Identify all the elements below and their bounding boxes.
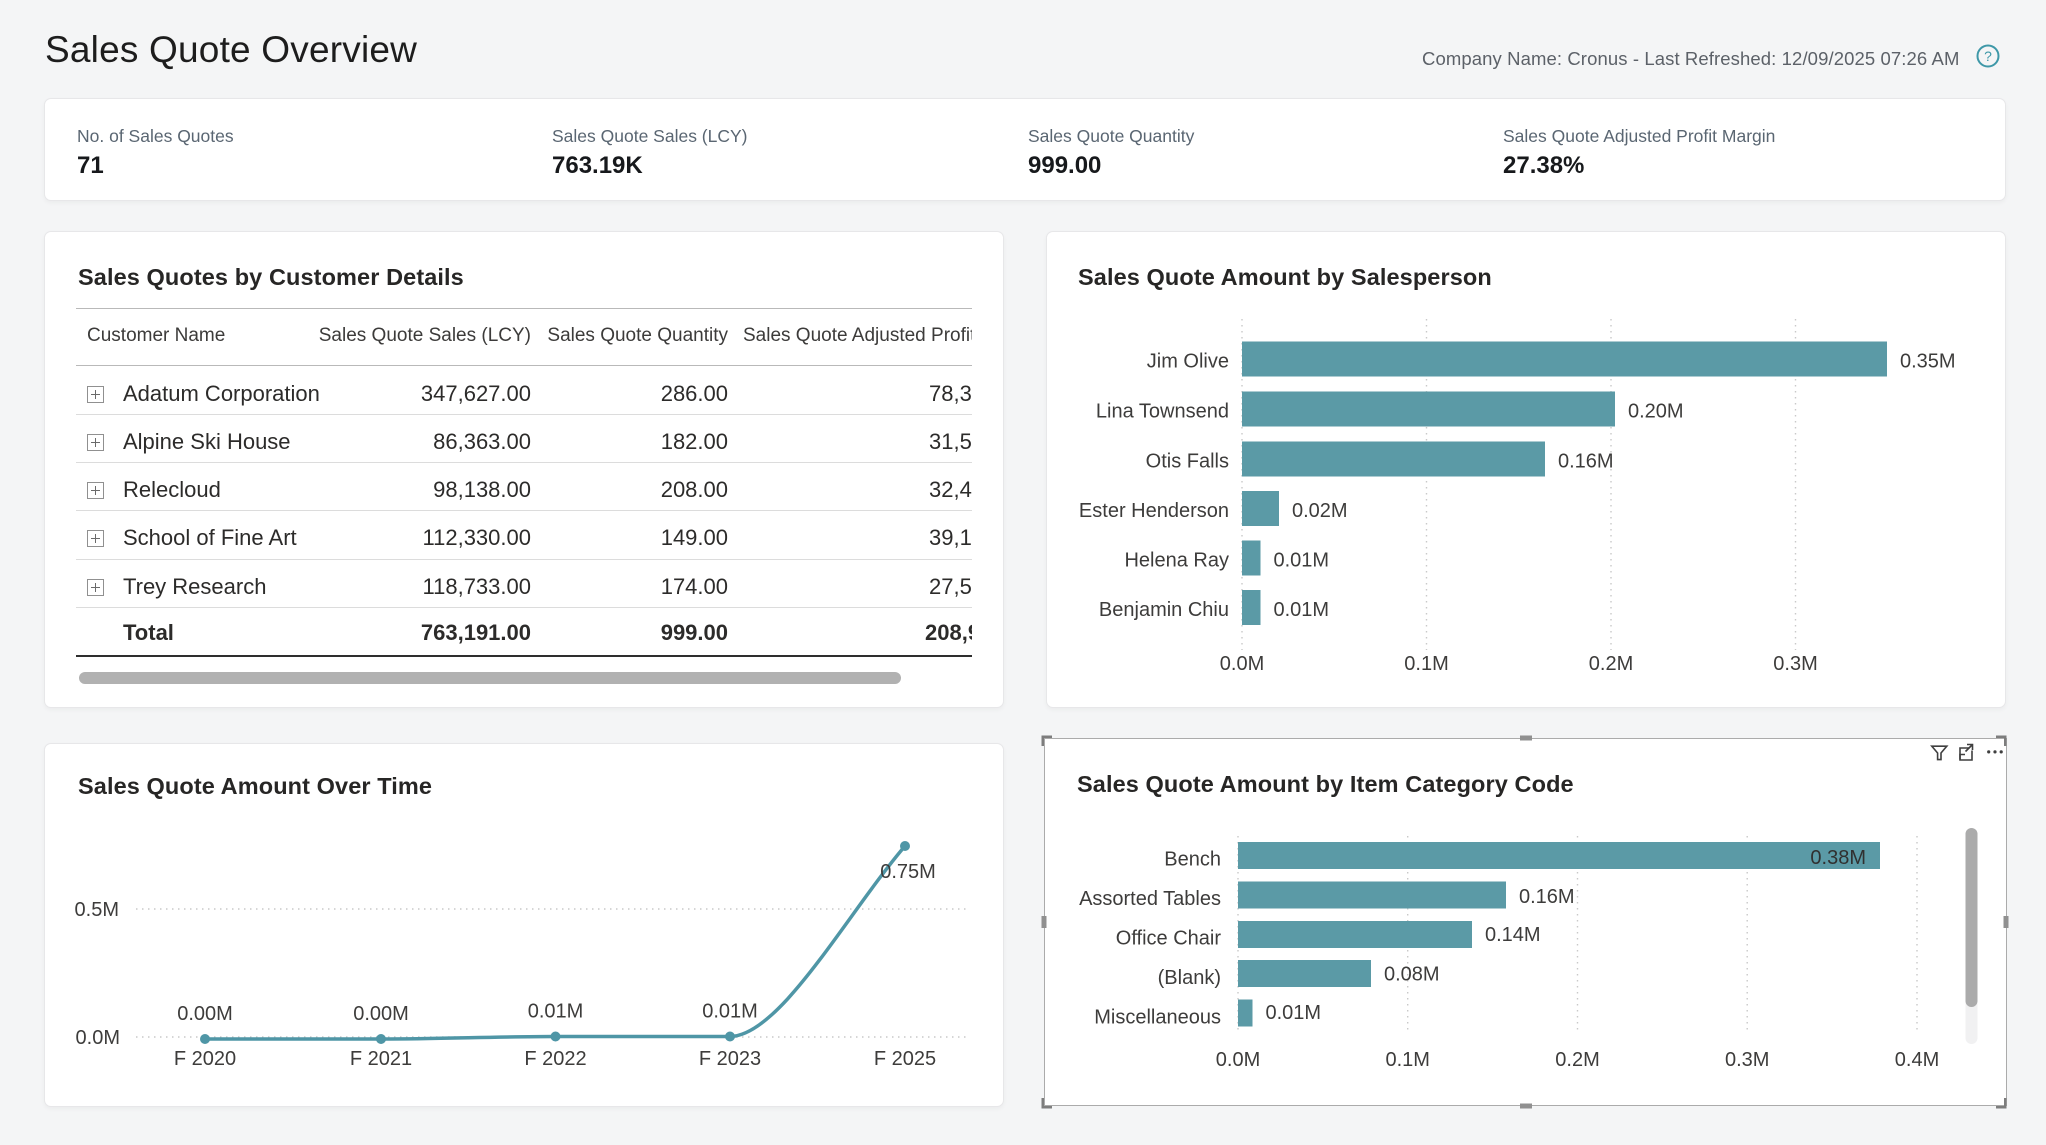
- svg-text:0.00M: 0.00M: [353, 1003, 409, 1025]
- svg-text:Lina Townsend: Lina Townsend: [1096, 401, 1229, 423]
- svg-text:0.35M: 0.35M: [1900, 351, 1956, 373]
- svg-text:0.00M: 0.00M: [177, 1003, 233, 1025]
- svg-text:Benjamin Chiu: Benjamin Chiu: [1099, 599, 1229, 621]
- svg-text:Jim Olive: Jim Olive: [1147, 351, 1229, 373]
- svg-text:0.16M: 0.16M: [1558, 451, 1614, 473]
- svg-text:0.02M: 0.02M: [1292, 500, 1348, 522]
- svg-text:Otis Falls: Otis Falls: [1146, 451, 1229, 473]
- svg-text:0.01M: 0.01M: [702, 1001, 758, 1023]
- svg-text:0.1M: 0.1M: [1404, 653, 1448, 675]
- svg-text:0.0M: 0.0M: [1220, 653, 1264, 675]
- svg-text:F 2021: F 2021: [350, 1048, 412, 1070]
- svg-text:0.2M: 0.2M: [1589, 653, 1633, 675]
- svg-text:F 2022: F 2022: [524, 1048, 586, 1070]
- svg-text:0.75M: 0.75M: [880, 861, 936, 883]
- svg-text:0.0M: 0.0M: [76, 1027, 120, 1049]
- svg-text:F 2025: F 2025: [874, 1048, 936, 1070]
- svg-text:0.5M: 0.5M: [75, 899, 119, 921]
- svg-text:0.01M: 0.01M: [528, 1001, 584, 1023]
- svg-text:0.3M: 0.3M: [1773, 653, 1817, 675]
- svg-text:F 2020: F 2020: [174, 1048, 236, 1070]
- svg-text:0.01M: 0.01M: [1274, 599, 1330, 621]
- svg-text:F 2023: F 2023: [699, 1048, 761, 1070]
- svg-text:Helena Ray: Helena Ray: [1124, 550, 1229, 572]
- svg-text:0.20M: 0.20M: [1628, 401, 1684, 423]
- svg-text:Ester Henderson: Ester Henderson: [1079, 500, 1229, 522]
- svg-text:0.01M: 0.01M: [1274, 550, 1330, 572]
- svg-text:?: ?: [1984, 48, 1992, 64]
